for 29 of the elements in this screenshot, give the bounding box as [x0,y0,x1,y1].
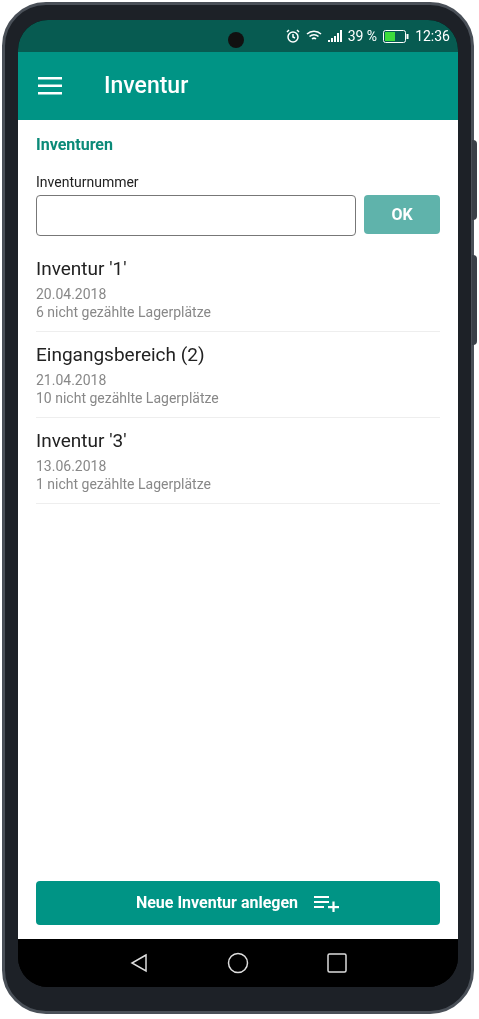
back-icon[interactable] [129,953,149,973]
uncounted-locations: 10 nicht gezählte Lagerplätze [36,389,220,407]
inventory-name: Eingangsbereich (2) [36,342,206,368]
inventory-list-item[interactable]: Inventur '1' 20.04.2018 6 nicht gezählte Lagerplätze [36,246,440,332]
app-title: Inventur [104,70,189,101]
menu-icon[interactable] [38,77,62,95]
field-label: Inventurnummer [36,173,140,192]
inventory-list-item[interactable]: Inventur '3' 13.06.2018 1 nicht gezählte Lagerplätze [36,418,440,504]
clock: 12:36 [415,26,450,46]
inventory-name: Inventur '3' [36,428,128,454]
recents-icon[interactable] [327,953,347,973]
inventory-name: Inventur '1' [36,256,128,282]
uncounted-locations: 1 nicht gezählte Lagerplätze [36,475,212,493]
inventory-date: 20.04.2018 [36,285,108,303]
inventory-list-item[interactable]: Eingangsbereich (2) 21.04.2018 10 nicht gezählte Lagerplätze [36,332,440,418]
section-title: Inventuren [36,134,114,156]
wifi-icon [305,30,322,42]
add-to-list-icon [314,894,341,912]
home-icon[interactable] [227,952,249,974]
camera-icon [228,32,244,48]
uncounted-locations: 6 nicht gezählte Lagerplätze [36,303,212,321]
signal-icon [327,30,342,42]
battery-icon [383,29,410,43]
inventory-date: 21.04.2018 [36,371,108,389]
inventory-date: 13.06.2018 [36,457,108,475]
alarm-icon [285,29,300,43]
number-input-field[interactable] [36,195,356,236]
battery-percent: 39 % [347,26,378,46]
new-inventory-button[interactable]: Neue Inventur anlegen [36,881,440,925]
